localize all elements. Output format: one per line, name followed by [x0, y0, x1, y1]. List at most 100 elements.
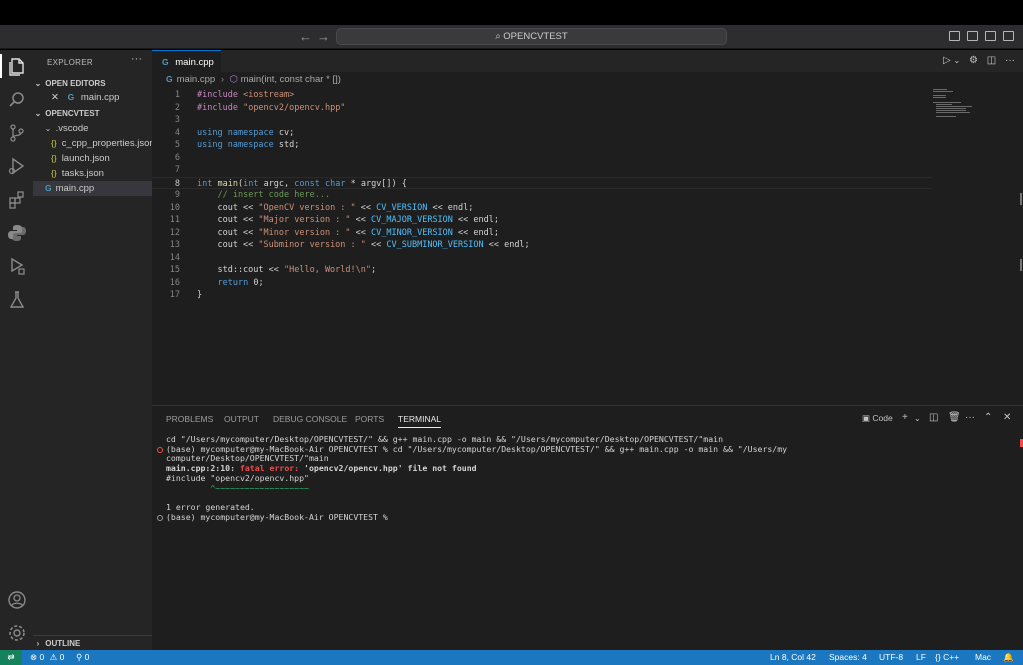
code-line[interactable]: 12 cout << "Minor version : " << CV_MINO… — [152, 227, 932, 240]
code-line[interactable]: 1 #include <iostream> — [152, 89, 932, 102]
forward-arrow-icon[interactable]: → — [317, 29, 330, 44]
explorer-icon[interactable] — [7, 56, 27, 76]
tab-main-cpp[interactable]: G main.cpp — [152, 50, 221, 72]
python-icon[interactable] — [7, 223, 27, 243]
search-icon[interactable] — [7, 90, 27, 110]
file-tasks-json[interactable]: {} tasks.json — [33, 166, 152, 181]
line-content: // insert code here... — [217, 190, 331, 200]
more-actions-icon[interactable]: ··· — [131, 53, 142, 65]
command-status-dot-icon[interactable] — [157, 514, 163, 521]
code-line[interactable]: 13 cout << "Subminor version : " << CV_S… — [152, 239, 932, 252]
command-status-dot-icon[interactable] — [157, 446, 163, 453]
notifications-bell-icon[interactable]: 🔔 — [1003, 650, 1014, 665]
code-line[interactable]: 15 std::cout << "Hello, World!\n"; — [152, 264, 932, 277]
line-number: 4 — [174, 127, 180, 138]
source-control-icon[interactable] — [7, 123, 27, 143]
code-line[interactable]: 10 cout << "OpenCV version : " << CV_VER… — [152, 202, 932, 215]
chevron-down-icon[interactable]: ⌄ — [914, 414, 921, 423]
testing-flask-icon[interactable] — [7, 290, 27, 310]
editor-area: G main.cpp ▷ ⌄ ⚙ ◫ ··· Gmain.cpp › ⬡ mai… — [152, 50, 1023, 405]
extensions-icon[interactable] — [7, 190, 27, 210]
tab-debug-console[interactable]: DEBUG CONSOLE — [273, 414, 347, 424]
run-icon[interactable]: ▷ — [943, 55, 951, 66]
code-line[interactable]: 11 cout << "Major version : " << CV_MAJO… — [152, 214, 932, 227]
line-number: 3 — [174, 115, 180, 125]
platform[interactable]: Mac — [975, 650, 991, 665]
line-number: 9 — [174, 190, 180, 200]
end-of-line[interactable]: LF — [916, 650, 926, 665]
line-content: #include <iostream> — [197, 90, 295, 100]
code-line[interactable]: 4 using namespace cv; — [152, 127, 932, 140]
line-number: 16 — [169, 277, 180, 288]
breadcrumb-file[interactable]: main.cpp — [177, 74, 216, 85]
settings-gear-icon[interactable]: ⚙ — [969, 55, 978, 66]
minimap[interactable] — [928, 89, 978, 119]
project-section[interactable]: ⌄ OPENCVTEST — [33, 106, 152, 121]
customize-layout-icon[interactable] — [1003, 31, 1014, 41]
kill-terminal-icon[interactable]: 🗑 — [948, 412, 961, 423]
code-line[interactable]: 7 — [152, 164, 932, 177]
toggle-primary-sidebar-icon[interactable] — [949, 31, 960, 41]
tab-output[interactable]: OUTPUT — [224, 414, 259, 424]
folder-vscode[interactable]: ⌄ .vscode — [33, 121, 152, 136]
chevron-down-icon: ⌄ — [34, 79, 42, 88]
cursor-position[interactable]: Ln 8, Col 42 — [770, 650, 816, 665]
encoding[interactable]: UTF-8 — [879, 650, 903, 665]
command-center-search[interactable]: ⌕ OPENCVTEST — [336, 28, 727, 45]
file-main-cpp[interactable]: Gmain.cpp — [33, 181, 152, 196]
code-line[interactable]: 8 int main(int argc, const char * argv[])… — [152, 176, 932, 189]
editor-tabs: G main.cpp ▷ ⌄ ⚙ ◫ ··· — [152, 50, 1023, 72]
remote-indicator-icon[interactable]: ⇄ — [0, 650, 22, 665]
code-line[interactable]: 14 — [152, 252, 932, 265]
bottom-panel: PROBLEMS OUTPUT DEBUG CONSOLE PORTS TERM… — [152, 405, 1023, 650]
code-line[interactable]: 16 return 0; — [152, 277, 932, 290]
outline-section[interactable]: › OUTLINE — [33, 635, 152, 650]
account-icon[interactable] — [7, 590, 27, 610]
breadcrumb-symbol[interactable]: main(int, const char * []) — [241, 74, 341, 85]
line-content: cout << "Major version : " << CV_MAJOR_V… — [197, 215, 499, 225]
chevron-down-icon[interactable]: ⌄ — [954, 56, 961, 65]
more-actions-icon[interactable]: ··· — [1005, 55, 1015, 66]
editor-scrollbar[interactable] — [1015, 89, 1023, 405]
line-number: 10 — [169, 202, 180, 213]
tab-ports[interactable]: PORTS — [355, 414, 384, 424]
open-editor-item[interactable]: ✕ G main.cpp — [33, 90, 152, 105]
problems-indicator[interactable]: ⊗ 0 ⚠ 0 — [30, 650, 64, 665]
ports-indicator[interactable]: ⚲ 0 — [76, 650, 89, 665]
run-test-icon[interactable] — [7, 256, 27, 276]
code-line[interactable]: 2 #include "opencv2/opencv.hpp" — [152, 102, 932, 115]
code-line[interactable]: 5 using namespace std; — [152, 139, 932, 152]
toggle-secondary-sidebar-icon[interactable] — [985, 31, 996, 41]
cpp-file-icon: G — [166, 74, 173, 84]
close-panel-icon[interactable]: ✕ — [1003, 412, 1011, 423]
tab-terminal[interactable]: TERMINAL — [398, 414, 441, 428]
indentation[interactable]: Spaces: 4 — [829, 650, 867, 665]
line-number: 2 — [174, 102, 180, 113]
terminal-shell-selector[interactable]: ▣ Code — [862, 413, 893, 424]
open-editors-section[interactable]: ⌄ OPEN EDITORS — [33, 76, 152, 91]
language-mode[interactable]: {} C++ — [935, 650, 959, 665]
more-actions-icon[interactable]: ··· — [965, 412, 975, 423]
split-terminal-icon[interactable]: ◫ — [929, 412, 938, 423]
back-arrow-icon[interactable]: ← — [299, 29, 312, 44]
code-line[interactable]: 9 // insert code here... — [152, 189, 932, 202]
line-content: cout << "Minor version : " << CV_MINOR_V… — [197, 227, 499, 238]
toggle-panel-icon[interactable] — [967, 31, 978, 41]
code-line[interactable]: 3 — [152, 114, 932, 127]
line-content: cout << "Subminor version : " << CV_SUBM… — [197, 240, 530, 250]
split-editor-icon[interactable]: ◫ — [987, 55, 996, 66]
new-terminal-icon[interactable]: + — [902, 412, 908, 423]
terminal-output[interactable]: cd "/Users/mycomputer/Desktop/OPENCVTEST… — [157, 434, 1016, 522]
file-c-cpp-properties[interactable]: {} c_cpp_properties.json — [33, 136, 152, 151]
maximize-panel-icon[interactable]: ⌃ — [984, 412, 992, 423]
code-line[interactable]: 17} — [152, 289, 932, 302]
code-line[interactable]: 6 — [152, 152, 932, 165]
settings-gear-icon[interactable] — [7, 623, 27, 643]
code-view[interactable]: 1 #include <iostream> 2 #include "opencv2/o… — [152, 89, 932, 302]
tab-problems[interactable]: PROBLEMS — [166, 414, 213, 424]
file-launch-json[interactable]: {} launch.json — [33, 151, 152, 166]
run-debug-icon[interactable] — [7, 156, 27, 176]
close-icon[interactable]: ✕ — [51, 92, 59, 103]
line-number: 17 — [169, 290, 180, 300]
line-content: #include "opencv2/opencv.hpp" — [197, 102, 346, 113]
